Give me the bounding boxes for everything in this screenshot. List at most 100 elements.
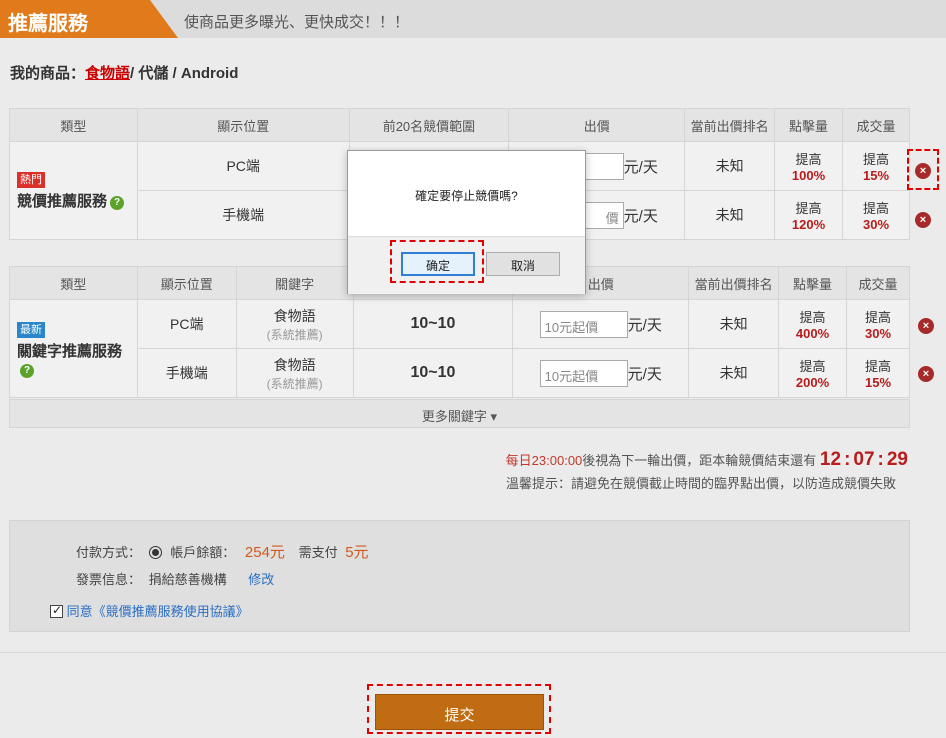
deals-value: 15% xyxy=(864,375,892,390)
agreement-link[interactable]: 同意《競價推薦服務使用協議》 xyxy=(67,604,249,619)
clicks-label: 提高 xyxy=(799,310,826,325)
balance-radio[interactable] xyxy=(148,546,162,559)
bid-unit: 元/天 xyxy=(627,316,662,334)
deals-cell: 提高 15% xyxy=(846,348,910,398)
position-cell: PC端 xyxy=(136,141,350,191)
need-pay-value: 5元 xyxy=(345,544,369,561)
highlight-box xyxy=(390,240,484,283)
payment-method-row: 付款方式： 帳戶餘額： 254元 需支付 5元 xyxy=(76,541,369,562)
col-header-clicks: 點擊量 xyxy=(778,266,847,300)
bid-cell: 10元起價 元/天 xyxy=(512,348,690,398)
clicks-cell: 提高 100% xyxy=(774,141,843,191)
keyword-cell: 食物語 (系統推薦) xyxy=(235,299,354,349)
bid-unit: 元/天 xyxy=(623,158,658,176)
bid-input[interactable]: 10元起價 xyxy=(539,359,628,387)
deals-label: 提高 xyxy=(862,152,889,167)
highlight-box xyxy=(367,684,551,734)
category-link[interactable]: 食物語 xyxy=(85,65,130,82)
delete-keyword-pc-icon[interactable]: × xyxy=(918,318,934,334)
countdown-separator: : xyxy=(877,449,884,470)
countdown-line: 每日23:00:00後視為下一輪出價，距本輪競價結束還有 12:07:29 xyxy=(506,449,908,471)
delete-bid-mobile-icon[interactable]: × xyxy=(915,212,931,228)
col-header-type: 類型 xyxy=(9,108,138,142)
position-cell: PC端 xyxy=(136,299,237,349)
keyword-text: 食物語 xyxy=(273,307,316,324)
col-header-position: 顯示位置 xyxy=(136,108,350,142)
deals-label: 提高 xyxy=(864,310,891,325)
deals-value: 30% xyxy=(864,326,892,341)
service-type-cell: 最新 關鍵字推薦服務? xyxy=(9,299,138,398)
countdown-seconds: 29 xyxy=(886,449,908,470)
col-header-deals: 成交量 xyxy=(846,266,910,300)
clicks-cell: 提高 200% xyxy=(778,348,847,398)
service-type-title: 關鍵字推薦服務 xyxy=(17,342,123,360)
countdown-hours: 12 xyxy=(819,449,842,470)
balance-value: 254元 xyxy=(244,544,285,561)
keyword-text: 食物語 xyxy=(273,356,316,373)
deals-cell: 提高 30% xyxy=(846,299,910,349)
clicks-label: 提高 xyxy=(795,201,822,216)
keyword-note: (系統推薦) xyxy=(266,327,323,342)
clicks-label: 提高 xyxy=(799,359,826,374)
col-header-clicks: 點擊量 xyxy=(774,108,843,142)
clicks-cell: 提高 400% xyxy=(778,299,847,349)
clicks-value: 200% xyxy=(795,375,830,390)
col-header-type: 類型 xyxy=(9,266,138,300)
more-keywords-button[interactable]: 更多關鍵字 ▾ xyxy=(9,399,910,428)
bid-cell: 10元起價 元/天 xyxy=(512,299,690,349)
bid-unit: 元/天 xyxy=(623,207,658,225)
range-value: 10~10 xyxy=(410,364,456,381)
clicks-label: 提高 xyxy=(795,152,822,167)
service-type-title: 競價推薦服務 xyxy=(17,193,108,210)
payment-method-label: 付款方式： xyxy=(76,545,142,560)
page-title: 推薦服務 xyxy=(0,0,178,38)
countdown-minutes: 07 xyxy=(853,449,875,470)
bid-unit: 元/天 xyxy=(627,365,662,383)
range-value: 10~10 xyxy=(410,315,456,332)
countdown-text: 後視為下一輪出價，距本輪競價結束還有 xyxy=(582,453,817,468)
clicks-cell: 提高 120% xyxy=(774,190,843,240)
table-row: 手機端 食物語 (系統推薦) 10~10 10元起價 元/天 未知 提高 200% 提… xyxy=(10,348,910,398)
col-header-rank: 當前出價排名 xyxy=(684,108,776,142)
clicks-value: 120% xyxy=(791,217,826,232)
position-cell: 手機端 xyxy=(136,190,350,240)
rank-cell: 未知 xyxy=(684,190,776,240)
invoice-row: 發票信息： 捐給慈善機構 修改 xyxy=(76,569,274,588)
col-header-position: 顯示位置 xyxy=(136,266,237,300)
header-slogan: 使商品更多曝光、更快成交！！！ xyxy=(184,14,410,31)
clicks-value: 400% xyxy=(795,326,830,341)
invoice-label: 發票信息： xyxy=(76,572,142,587)
help-icon[interactable]: ? xyxy=(110,196,125,210)
need-pay-label: 需支付 xyxy=(298,545,338,560)
keyword-note: (系統推薦) xyxy=(266,376,323,391)
col-header-bid: 出價 xyxy=(508,108,686,142)
col-header-keyword: 關鍵字 xyxy=(235,266,354,300)
hot-badge: 熱門 xyxy=(17,172,45,188)
rank-cell: 未知 xyxy=(688,348,780,398)
balance-label: 帳戶餘額： xyxy=(170,545,236,560)
bid-input[interactable]: 10元起價 xyxy=(539,310,628,338)
deals-cell: 提高 30% xyxy=(842,190,910,240)
col-header-rank: 當前出價排名 xyxy=(688,266,780,300)
payment-panel: 付款方式： 帳戶餘額： 254元 需支付 5元 發票信息： 捐給慈善機構 修改 … xyxy=(9,520,910,632)
service-type-cell: 熱門 競價推薦服務? xyxy=(9,141,138,240)
col-header-range: 前20名競價範圍 xyxy=(348,108,510,142)
range-cell: 10~10 xyxy=(352,348,514,398)
table-row: 最新 關鍵字推薦服務? PC端 食物語 (系統推薦) 10~10 10元起價 元/天… xyxy=(9,299,910,398)
invoice-value: 捐給慈善機構 xyxy=(148,572,227,587)
keyword-cell: 食物語 (系統推薦) xyxy=(235,348,354,398)
delete-keyword-mobile-icon[interactable]: × xyxy=(918,366,934,382)
deadline-time: 每日23:00:00 xyxy=(505,453,583,468)
position-cell: 手機端 xyxy=(136,348,237,398)
highlight-box xyxy=(907,149,939,190)
deals-value: 15% xyxy=(862,168,890,183)
agree-checkbox[interactable] xyxy=(50,603,63,618)
invoice-modify-link[interactable]: 修改 xyxy=(248,572,274,587)
range-cell: 10~10 xyxy=(352,299,514,349)
clicks-value: 100% xyxy=(791,168,826,183)
rank-cell: 未知 xyxy=(684,141,776,191)
help-icon[interactable]: ? xyxy=(20,363,34,378)
dialog-cancel-button[interactable]: 取消 xyxy=(486,252,560,276)
col-header-deals: 成交量 xyxy=(842,108,910,142)
agreement-row: 同意《競價推薦服務使用協議》 xyxy=(50,601,249,620)
